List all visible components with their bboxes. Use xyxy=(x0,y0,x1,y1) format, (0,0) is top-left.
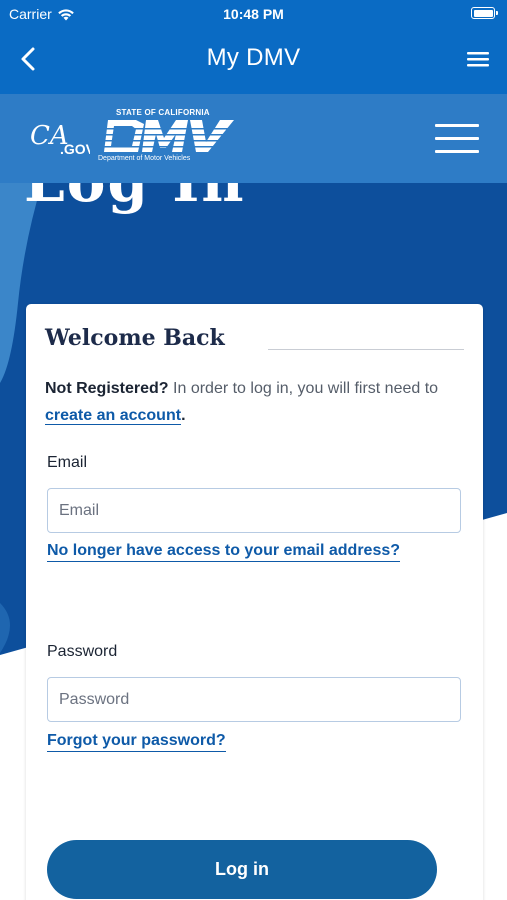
forgot-password-link[interactable]: Forgot your password? xyxy=(47,731,226,752)
site-menu-icon[interactable] xyxy=(435,122,479,154)
nav-menu-icon[interactable] xyxy=(465,48,491,70)
not-registered-label: Not Registered? xyxy=(45,380,169,397)
email-input[interactable] xyxy=(47,488,461,533)
login-button[interactable]: Log in xyxy=(47,840,437,899)
status-time: 10:48 PM xyxy=(223,6,284,22)
navigation-bar: My DMV xyxy=(0,30,507,94)
menu-bar xyxy=(435,150,479,153)
menu-bar xyxy=(435,124,479,127)
dmv-logo-department: Department of Motor Vehicles xyxy=(98,155,191,162)
notice-period: . xyxy=(181,407,186,424)
menu-bar xyxy=(435,137,479,140)
svg-text:.GOV: .GOV xyxy=(60,141,90,157)
status-bar: Carrier 10:48 PM xyxy=(0,0,507,30)
ca-gov-logo[interactable]: CA .GOV xyxy=(30,116,90,158)
dmv-logo[interactable]: STATE OF CALIFORNIA Department of Motor … xyxy=(96,108,236,166)
email-label: Email xyxy=(47,454,88,471)
battery-icon xyxy=(471,7,498,19)
notice-text: In order to log in, you will first need … xyxy=(168,380,439,397)
password-input[interactable] xyxy=(47,677,461,722)
registration-notice: Not Registered? In order to log in, you … xyxy=(45,375,465,429)
no-email-access-link[interactable]: No longer have access to your email addr… xyxy=(47,541,401,562)
create-account-link[interactable]: create an account xyxy=(45,407,182,425)
nav-title: My DMV xyxy=(206,44,301,71)
hero-heading: Log In xyxy=(24,183,246,215)
title-divider xyxy=(268,349,464,350)
site-header: CA .GOV STATE OF CALIFORNIA Department o… xyxy=(0,94,507,183)
password-label: Password xyxy=(47,643,118,660)
card-title: Welcome Back xyxy=(45,325,225,351)
login-card: Welcome Back Not Registered? In order to… xyxy=(26,304,483,900)
